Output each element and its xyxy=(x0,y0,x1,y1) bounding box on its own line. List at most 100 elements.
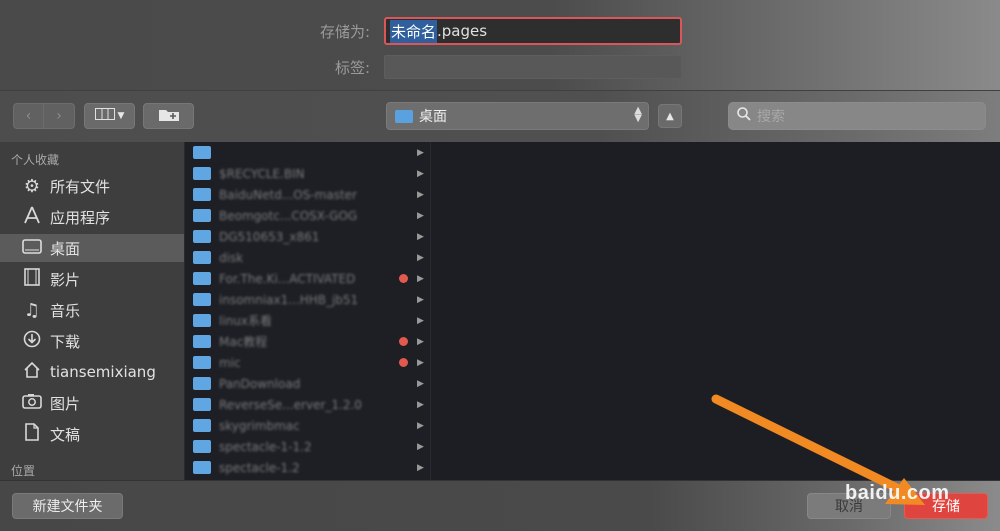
sidebar-item-label: 影片 xyxy=(50,270,81,289)
location-popup[interactable]: 桌面 ▲ ▼ xyxy=(386,102,649,130)
file-name: spectacle-1.2 xyxy=(219,460,300,475)
file-name: DG510653_x861 xyxy=(219,229,320,244)
download-icon xyxy=(20,330,44,353)
folder-icon xyxy=(193,272,211,285)
location-label: 桌面 xyxy=(419,109,447,125)
file-name: Mac教程 xyxy=(219,335,268,349)
new-folder-icon xyxy=(158,107,180,126)
chevron-left-icon: ‹ xyxy=(25,108,32,124)
chevron-right-icon: ▶ xyxy=(417,252,424,263)
list-item[interactable]: BaiduNetd...OS-master ▶ xyxy=(185,184,431,205)
file-name: mic xyxy=(219,355,241,370)
file-name-selected-text: 未命名 xyxy=(390,19,438,43)
list-item[interactable]: ▶ xyxy=(185,142,431,163)
save-as-label: 存储为: xyxy=(319,22,370,41)
folder-icon xyxy=(193,398,211,411)
list-item[interactable]: mic ▶ xyxy=(185,352,431,373)
sidebar-item-label: 所有文件 xyxy=(50,177,111,196)
chevron-right-icon: ▶ xyxy=(417,399,424,410)
list-item[interactable]: Beomgotc...COSX-GOG ▶ xyxy=(185,205,431,226)
tags-input[interactable] xyxy=(384,55,682,79)
nav-buttons: ‹ › xyxy=(13,103,75,129)
chevron-right-icon: ▶ xyxy=(417,441,424,452)
search-field[interactable]: 搜索 xyxy=(728,102,986,130)
list-item[interactable]: spectacle-1-1.2 ▶ xyxy=(185,436,431,457)
chevron-up-icon: ▲ xyxy=(666,110,674,122)
chevron-right-icon: ▶ xyxy=(417,336,424,347)
file-name: insomniax1...HHB_jb51 xyxy=(219,292,359,307)
sidebar-item-label: tiansemixiang xyxy=(50,363,156,381)
chevron-right-icon: › xyxy=(56,108,62,124)
sidebar-item-all-files[interactable]: ⚙ 所有文件 xyxy=(0,172,184,200)
list-item[interactable]: DG510653_x861 ▶ xyxy=(185,226,431,247)
new-folder-button[interactable]: 新建文件夹 xyxy=(12,493,123,519)
folder-icon xyxy=(193,419,211,432)
gear-icon: ⚙ xyxy=(23,175,41,197)
back-button[interactable]: ‹ xyxy=(13,103,44,129)
desktop-folder-icon xyxy=(395,109,413,123)
tag-dot xyxy=(399,337,408,346)
folder-icon xyxy=(193,440,211,453)
list-item[interactable]: ReverseSe...erver_1.2.0 ▶ xyxy=(185,394,431,415)
folder-icon xyxy=(193,146,211,159)
file-name: spectacle-1-1.2 xyxy=(219,439,312,454)
forward-button[interactable]: › xyxy=(44,103,75,129)
folder-icon xyxy=(193,230,211,243)
sidebar-item-documents[interactable]: 文稿 xyxy=(0,420,184,448)
tag-dot xyxy=(399,274,408,283)
list-item[interactable]: $RECYCLE.BIN ▶ xyxy=(185,163,431,184)
chevron-right-icon: ▶ xyxy=(417,189,424,200)
file-name: For.The.Ki...ACTIVATED xyxy=(219,271,356,286)
home-icon xyxy=(20,361,44,384)
file-name: ReverseSe...erver_1.2.0 xyxy=(219,397,362,412)
chevron-right-icon: ▶ xyxy=(417,420,424,431)
sidebar-item-downloads[interactable]: 下载 xyxy=(0,327,184,355)
view-mode-button[interactable]: ▼ xyxy=(84,103,135,129)
columns-view-icon xyxy=(94,108,115,124)
applications-icon xyxy=(20,206,44,229)
list-item[interactable]: disk ▶ xyxy=(185,247,431,268)
sidebar-item-home[interactable]: tiansemixiang xyxy=(0,358,184,386)
sidebar-item-pictures[interactable]: 图片 xyxy=(0,389,184,417)
list-item[interactable]: insomniax1...HHB_jb51 ▶ xyxy=(185,289,431,310)
sidebar-item-label: 图片 xyxy=(50,394,81,413)
document-icon xyxy=(20,422,44,446)
sidebar-item-label: 桌面 xyxy=(50,239,81,258)
sidebar-item-movies[interactable]: 影片 xyxy=(0,265,184,293)
chevron-right-icon: ▶ xyxy=(417,210,424,221)
chevron-right-icon: ▶ xyxy=(417,231,424,242)
chevron-right-icon: ▶ xyxy=(417,357,424,368)
file-name-input[interactable]: 未命名 .pages xyxy=(384,17,682,45)
file-column: ▶ $RECYCLE.BIN ▶ BaiduNetd...OS-master ▶ B… xyxy=(184,142,430,480)
save-as-row: 存储为: 未命名 .pages xyxy=(300,17,682,45)
list-item[interactable]: linux系看 ▶ xyxy=(185,310,431,331)
list-item[interactable]: Mac教程 ▶ xyxy=(185,331,431,352)
file-name: linux系看 xyxy=(219,314,272,328)
list-item[interactable]: spectacle-1.2 ▶ xyxy=(185,457,431,478)
file-name: disk xyxy=(219,250,244,265)
chevron-right-icon: ▶ xyxy=(417,378,424,389)
chevron-right-icon: ▶ xyxy=(417,147,424,158)
sidebar-item-applications[interactable]: 应用程序 xyxy=(0,203,184,231)
sidebar-item-desktop[interactable]: 桌面 xyxy=(0,234,184,262)
desktop-icon xyxy=(20,238,44,259)
folder-icon xyxy=(193,461,211,474)
new-folder-toolbar-button[interactable] xyxy=(143,103,194,129)
list-item[interactable]: PanDownload ▶ xyxy=(185,373,431,394)
sidebar-item-label: 音乐 xyxy=(50,301,81,320)
list-item[interactable]: For.The.Ki...ACTIVATED ▶ xyxy=(185,268,431,289)
collapse-button[interactable]: ▲ xyxy=(658,104,682,128)
sidebar-item-label: 下载 xyxy=(50,332,81,351)
search-icon xyxy=(737,107,751,125)
locations-header: 位置 xyxy=(11,464,36,478)
film-icon xyxy=(20,267,44,291)
watermark: baidu.com xyxy=(845,482,950,504)
sidebar-item-music[interactable]: ♫ 音乐 xyxy=(0,296,184,324)
chevron-right-icon: ▶ xyxy=(417,168,424,179)
file-name: Beomgotc...COSX-GOG xyxy=(219,208,358,223)
chevron-right-icon: ▶ xyxy=(417,315,424,326)
list-item[interactable]: skygrimbmac ▶ xyxy=(185,415,431,436)
sidebar-item-label: 文稿 xyxy=(50,425,81,444)
chevron-right-icon: ▶ xyxy=(417,294,424,305)
folder-icon xyxy=(193,167,211,180)
